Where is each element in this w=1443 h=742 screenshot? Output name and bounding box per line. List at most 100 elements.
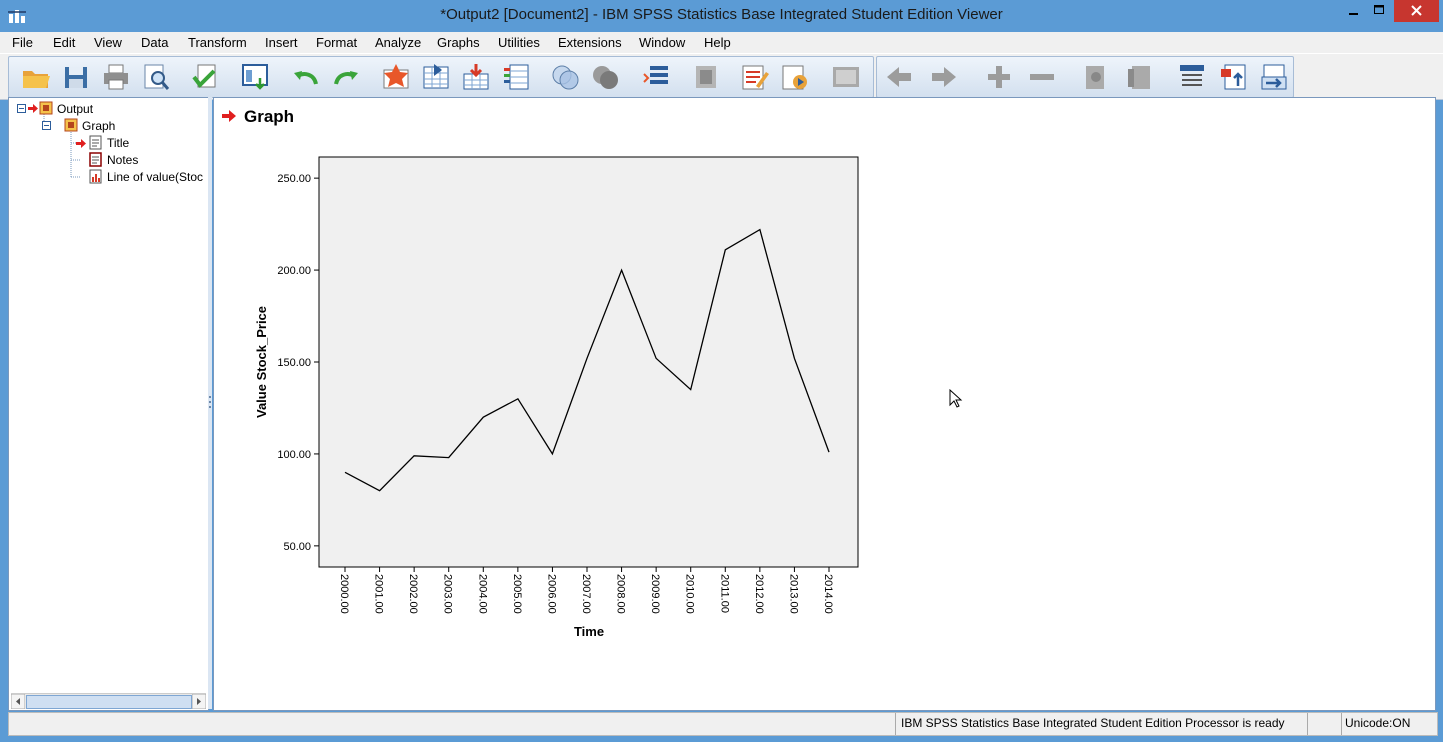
- outline-title[interactable]: Title: [107, 136, 129, 150]
- menu-help[interactable]: Help: [704, 35, 731, 50]
- goto-case-button[interactable]: [420, 62, 452, 92]
- collapse-output-icon[interactable]: [17, 104, 26, 113]
- output-book-icon: [39, 101, 53, 115]
- print-button[interactable]: [100, 62, 132, 92]
- demote-button[interactable]: [928, 62, 960, 92]
- undo-icon: [294, 71, 318, 85]
- outline-output[interactable]: Output: [57, 102, 93, 116]
- window-title: *Output2 [Document2] - IBM SPSS Statisti…: [440, 6, 1003, 23]
- x-tick-label: 2006.00: [545, 574, 557, 614]
- x-tick-label: 2011.00: [718, 574, 730, 613]
- x-tick-label: 2003.00: [442, 574, 454, 614]
- recall-dialog-button[interactable]: [240, 62, 272, 92]
- collapse-graph-icon[interactable]: [42, 121, 51, 130]
- y-tick-label: 250.00: [277, 173, 311, 185]
- status-unicode: Unicode:ON: [1345, 716, 1411, 730]
- show-icon: [1086, 66, 1104, 89]
- menu-format[interactable]: Format: [316, 35, 357, 50]
- menu-edit[interactable]: Edit: [53, 35, 75, 50]
- menu-utilities[interactable]: Utilities: [498, 35, 540, 50]
- outline-notes[interactable]: Notes: [107, 153, 138, 167]
- insert-title-button[interactable]: [778, 62, 810, 92]
- use-sets-button[interactable]: [550, 62, 582, 92]
- print-preview-button[interactable]: [140, 62, 172, 92]
- insert-heading-button[interactable]: [738, 62, 770, 92]
- menu-graphs[interactable]: Graphs: [437, 35, 480, 50]
- minimize-button[interactable]: [1338, 0, 1368, 22]
- goto-data-button[interactable]: [380, 62, 412, 92]
- designate-window-button[interactable]: [690, 62, 722, 92]
- undo-button[interactable]: [290, 62, 322, 92]
- goto-variable-button[interactable]: [460, 62, 492, 92]
- menu-transform[interactable]: Transform: [188, 35, 247, 50]
- close-icon: [1411, 5, 1422, 16]
- x-tick-label: 2000.00: [338, 574, 350, 614]
- title-bar: *Output2 [Document2] - IBM SPSS Statisti…: [0, 0, 1443, 32]
- save-button[interactable]: [60, 62, 92, 92]
- show-all-variables-button[interactable]: [590, 62, 622, 92]
- title-doc-icon: [89, 135, 102, 150]
- x-tick-label: 2008.00: [615, 574, 627, 614]
- designate-window-icon: [696, 66, 716, 88]
- y-tick-label: 50.00: [283, 541, 311, 553]
- scroll-left-icon[interactable]: [11, 694, 25, 709]
- expand-button[interactable]: [983, 62, 1015, 92]
- x-tick-label: 2001.00: [373, 574, 385, 614]
- output-content-pane: Graph 50.00 100.00 150.00 200.00 250.00 2000…: [213, 97, 1436, 711]
- insert-text-button[interactable]: [830, 62, 862, 92]
- scroll-thumb[interactable]: [26, 695, 192, 709]
- menu-file[interactable]: File: [12, 35, 33, 50]
- outline-line-chart[interactable]: Line of value(Stoc: [107, 170, 203, 184]
- insert-output-icon: [1221, 64, 1246, 90]
- open-button[interactable]: [20, 62, 52, 92]
- show-button[interactable]: [1080, 62, 1112, 92]
- insert-output-button[interactable]: [1218, 62, 1250, 92]
- status-bar: IBM SPSS Statistics Base Integrated Stud…: [8, 712, 1438, 736]
- menu-data[interactable]: Data: [141, 35, 168, 50]
- promote-icon: [887, 67, 911, 87]
- toolbar: [0, 53, 1443, 100]
- open-icon: [23, 71, 50, 88]
- move-button[interactable]: [1258, 62, 1290, 92]
- title-arrow-icon: [76, 139, 86, 148]
- demote-icon: [932, 67, 956, 87]
- promote-button[interactable]: [883, 62, 915, 92]
- spell-check-button[interactable]: [640, 62, 672, 92]
- maximize-button[interactable]: [1366, 0, 1392, 22]
- move-icon: [1261, 64, 1287, 90]
- close-button[interactable]: [1394, 0, 1439, 22]
- line-chart-doc-icon: [89, 169, 102, 184]
- export-button[interactable]: [190, 62, 222, 92]
- outline-horizontal-scrollbar[interactable]: [11, 693, 206, 709]
- y-tick-label: 200.00: [277, 265, 311, 277]
- goto-case-icon: [423, 64, 449, 89]
- menu-extensions[interactable]: Extensions: [558, 35, 622, 50]
- use-sets-icon: [552, 65, 579, 90]
- insert-header-button[interactable]: [1176, 62, 1208, 92]
- minimize-icon: [1349, 13, 1358, 15]
- y-axis: 50.00 100.00 150.00 200.00 250.00: [277, 173, 319, 553]
- variables-icon: [504, 64, 529, 90]
- expand-icon: [988, 66, 1010, 88]
- scroll-right-icon[interactable]: [192, 694, 206, 709]
- x-tick-label: 2010.00: [684, 574, 696, 614]
- menu-view[interactable]: View: [94, 35, 122, 50]
- menu-analyze[interactable]: Analyze: [375, 35, 421, 50]
- show-all-variables-icon: [593, 66, 618, 89]
- menu-window[interactable]: Window: [639, 35, 685, 50]
- plot-area: [318, 156, 859, 568]
- hide-button[interactable]: [1124, 62, 1156, 92]
- collapse-button[interactable]: [1026, 62, 1058, 92]
- menu-insert[interactable]: Insert: [265, 35, 298, 50]
- x-tick-label: 2012.00: [753, 574, 765, 614]
- redo-button[interactable]: [330, 62, 362, 92]
- y-tick-label: 150.00: [277, 357, 311, 369]
- redo-icon: [334, 71, 358, 85]
- status-message: IBM SPSS Statistics Base Integrated Stud…: [901, 716, 1285, 730]
- x-tick-label: 2007.00: [580, 574, 592, 614]
- recall-dialog-icon: [242, 64, 268, 90]
- variables-button[interactable]: [500, 62, 532, 92]
- line-chart[interactable]: 50.00100.00150.00200.00250.00 2000.00 200…: [214, 98, 874, 658]
- pane-splitter[interactable]: [208, 97, 212, 709]
- outline-graph[interactable]: Graph: [82, 119, 115, 133]
